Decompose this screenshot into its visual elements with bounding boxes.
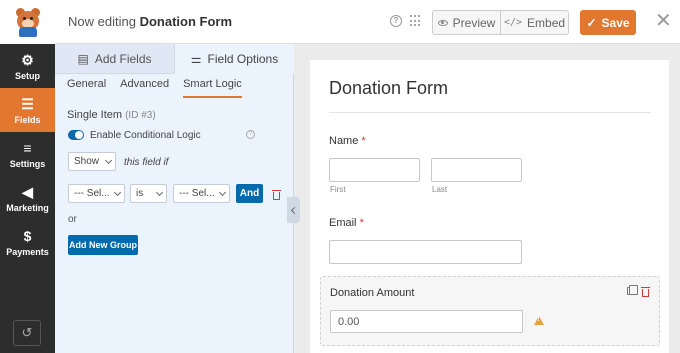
subtab-smart-logic[interactable]: Smart Logic: [183, 78, 242, 98]
rule-field-select[interactable]: --- Sel...: [68, 184, 125, 203]
chevron-down-icon: [218, 188, 227, 196]
nav-label: Settings: [9, 158, 46, 169]
editing-prefix: Now editing: [68, 14, 136, 29]
last-name-input[interactable]: [431, 158, 522, 182]
save-button[interactable]: ✓ Save: [580, 10, 636, 35]
donation-amount-value: 0.00: [338, 315, 360, 328]
title-divider: [329, 112, 651, 113]
left-nav: ⚙ Setup ☰ Fields ≡ Settings ◀ Marketing …: [0, 44, 55, 353]
rule-value-select[interactable]: --- Sel...: [173, 184, 230, 203]
email-field-label[interactable]: Email *: [329, 217, 364, 229]
top-bar: Now editing Donation Form ? Preview </> …: [0, 0, 680, 44]
fields-list-icon: ☰: [21, 95, 34, 112]
show-hide-select[interactable]: Show: [68, 152, 116, 171]
rule-value-value: --- Sel...: [179, 188, 215, 199]
eye-icon: [437, 19, 448, 26]
donation-amount-input[interactable]: 0.00: [330, 310, 523, 333]
gear-icon: ⚙: [21, 51, 34, 68]
sliders-icon: ≡: [23, 139, 32, 156]
chevron-down-icon: [113, 188, 122, 196]
form-title: Donation Form: [329, 78, 449, 98]
or-label: or: [68, 214, 77, 225]
nav-item-setup[interactable]: ⚙ Setup: [0, 44, 55, 88]
save-label: Save: [601, 15, 630, 30]
collapse-panel-handle[interactable]: [287, 197, 300, 223]
code-icon: </>: [503, 17, 523, 28]
trash-icon[interactable]: [641, 287, 650, 297]
subtabs: General Advanced Smart Logic: [67, 78, 242, 98]
preview-embed-group: Preview </> Embed: [432, 10, 569, 35]
subtab-advanced[interactable]: Advanced: [120, 78, 169, 98]
nav-item-payments[interactable]: $ Payments: [0, 220, 55, 264]
required-mark: *: [359, 217, 364, 229]
preview-label: Preview: [452, 15, 496, 30]
first-sublabel: First: [330, 185, 346, 194]
tab-add-fields[interactable]: ▤ Add Fields: [55, 44, 174, 74]
list-icon: ▤: [77, 51, 89, 66]
rule-field-value: --- Sel...: [74, 188, 110, 199]
history-icon[interactable]: ↺: [13, 320, 41, 346]
form-preview: Donation Form Name * First Last Email * …: [310, 60, 669, 353]
first-name-input[interactable]: [329, 158, 420, 182]
help-icon[interactable]: ?: [246, 130, 255, 139]
preview-button[interactable]: Preview: [433, 11, 500, 34]
nav-label: Fields: [14, 114, 41, 125]
nav-item-marketing[interactable]: ◀ Marketing: [0, 176, 55, 220]
donation-amount-label: Donation Amount: [330, 287, 415, 299]
embed-label: Embed: [527, 15, 566, 30]
help-icon[interactable]: ?: [390, 15, 402, 27]
form-name: Donation Form: [139, 14, 232, 29]
show-select-value: Show: [74, 156, 100, 167]
chevron-down-icon: [104, 156, 113, 164]
rule-operator-value: is: [136, 188, 144, 199]
tab-label: Field Options: [207, 52, 279, 66]
nav-item-settings[interactable]: ≡ Settings: [0, 132, 55, 176]
warning-icon[interactable]: [534, 316, 544, 325]
check-icon: ✓: [586, 15, 597, 30]
subtab-general[interactable]: General: [67, 78, 106, 98]
bear-logo-icon: [13, 7, 43, 37]
wpforms-logo[interactable]: [0, 0, 55, 44]
nav-item-fields[interactable]: ☰ Fields: [0, 88, 55, 132]
nav-label: Marketing: [6, 202, 49, 213]
field-options-panel: ▤ Add Fields ⚌ Field Options General Adv…: [55, 44, 294, 353]
and-button[interactable]: And: [236, 184, 263, 203]
field-name: Single Item: [67, 109, 123, 121]
dollar-icon: $: [23, 227, 32, 244]
sliders-icon: ⚌: [190, 52, 202, 66]
tab-label: Add Fields: [94, 51, 152, 66]
embed-button[interactable]: </> Embed: [500, 11, 568, 34]
editing-title: Now editing Donation Form: [68, 14, 232, 29]
grid-icon[interactable]: [410, 15, 422, 27]
chevron-down-icon: [155, 188, 164, 196]
nav-label: Payments: [6, 246, 49, 257]
panel-tabs: ▤ Add Fields ⚌ Field Options: [55, 44, 294, 74]
add-new-group-button[interactable]: Add New Group: [68, 235, 138, 255]
required-mark: *: [361, 135, 366, 147]
trash-icon[interactable]: [272, 190, 281, 200]
last-sublabel: Last: [432, 185, 448, 194]
nav-label: Setup: [14, 70, 40, 81]
chevron-left-icon: [290, 206, 299, 214]
conditional-logic-toggle[interactable]: [68, 130, 84, 140]
this-field-if-text: this field if: [124, 157, 169, 168]
field-heading: Single Item (ID #3): [67, 109, 156, 121]
conditional-logic-label: Enable Conditional Logic: [90, 130, 201, 141]
rule-operator-select[interactable]: is: [130, 184, 167, 203]
email-label: Email: [329, 217, 357, 229]
tab-field-options[interactable]: ⚌ Field Options: [174, 44, 294, 74]
email-input[interactable]: [329, 240, 522, 264]
name-field-label[interactable]: Name *: [329, 135, 366, 147]
donation-amount-field[interactable]: Donation Amount 0.00: [320, 276, 660, 346]
megaphone-icon: ◀: [22, 183, 33, 200]
duplicate-icon[interactable]: [627, 285, 638, 295]
field-id: (ID #3): [125, 110, 156, 121]
close-icon[interactable]: ✕: [655, 10, 672, 32]
name-label: Name: [329, 135, 359, 147]
